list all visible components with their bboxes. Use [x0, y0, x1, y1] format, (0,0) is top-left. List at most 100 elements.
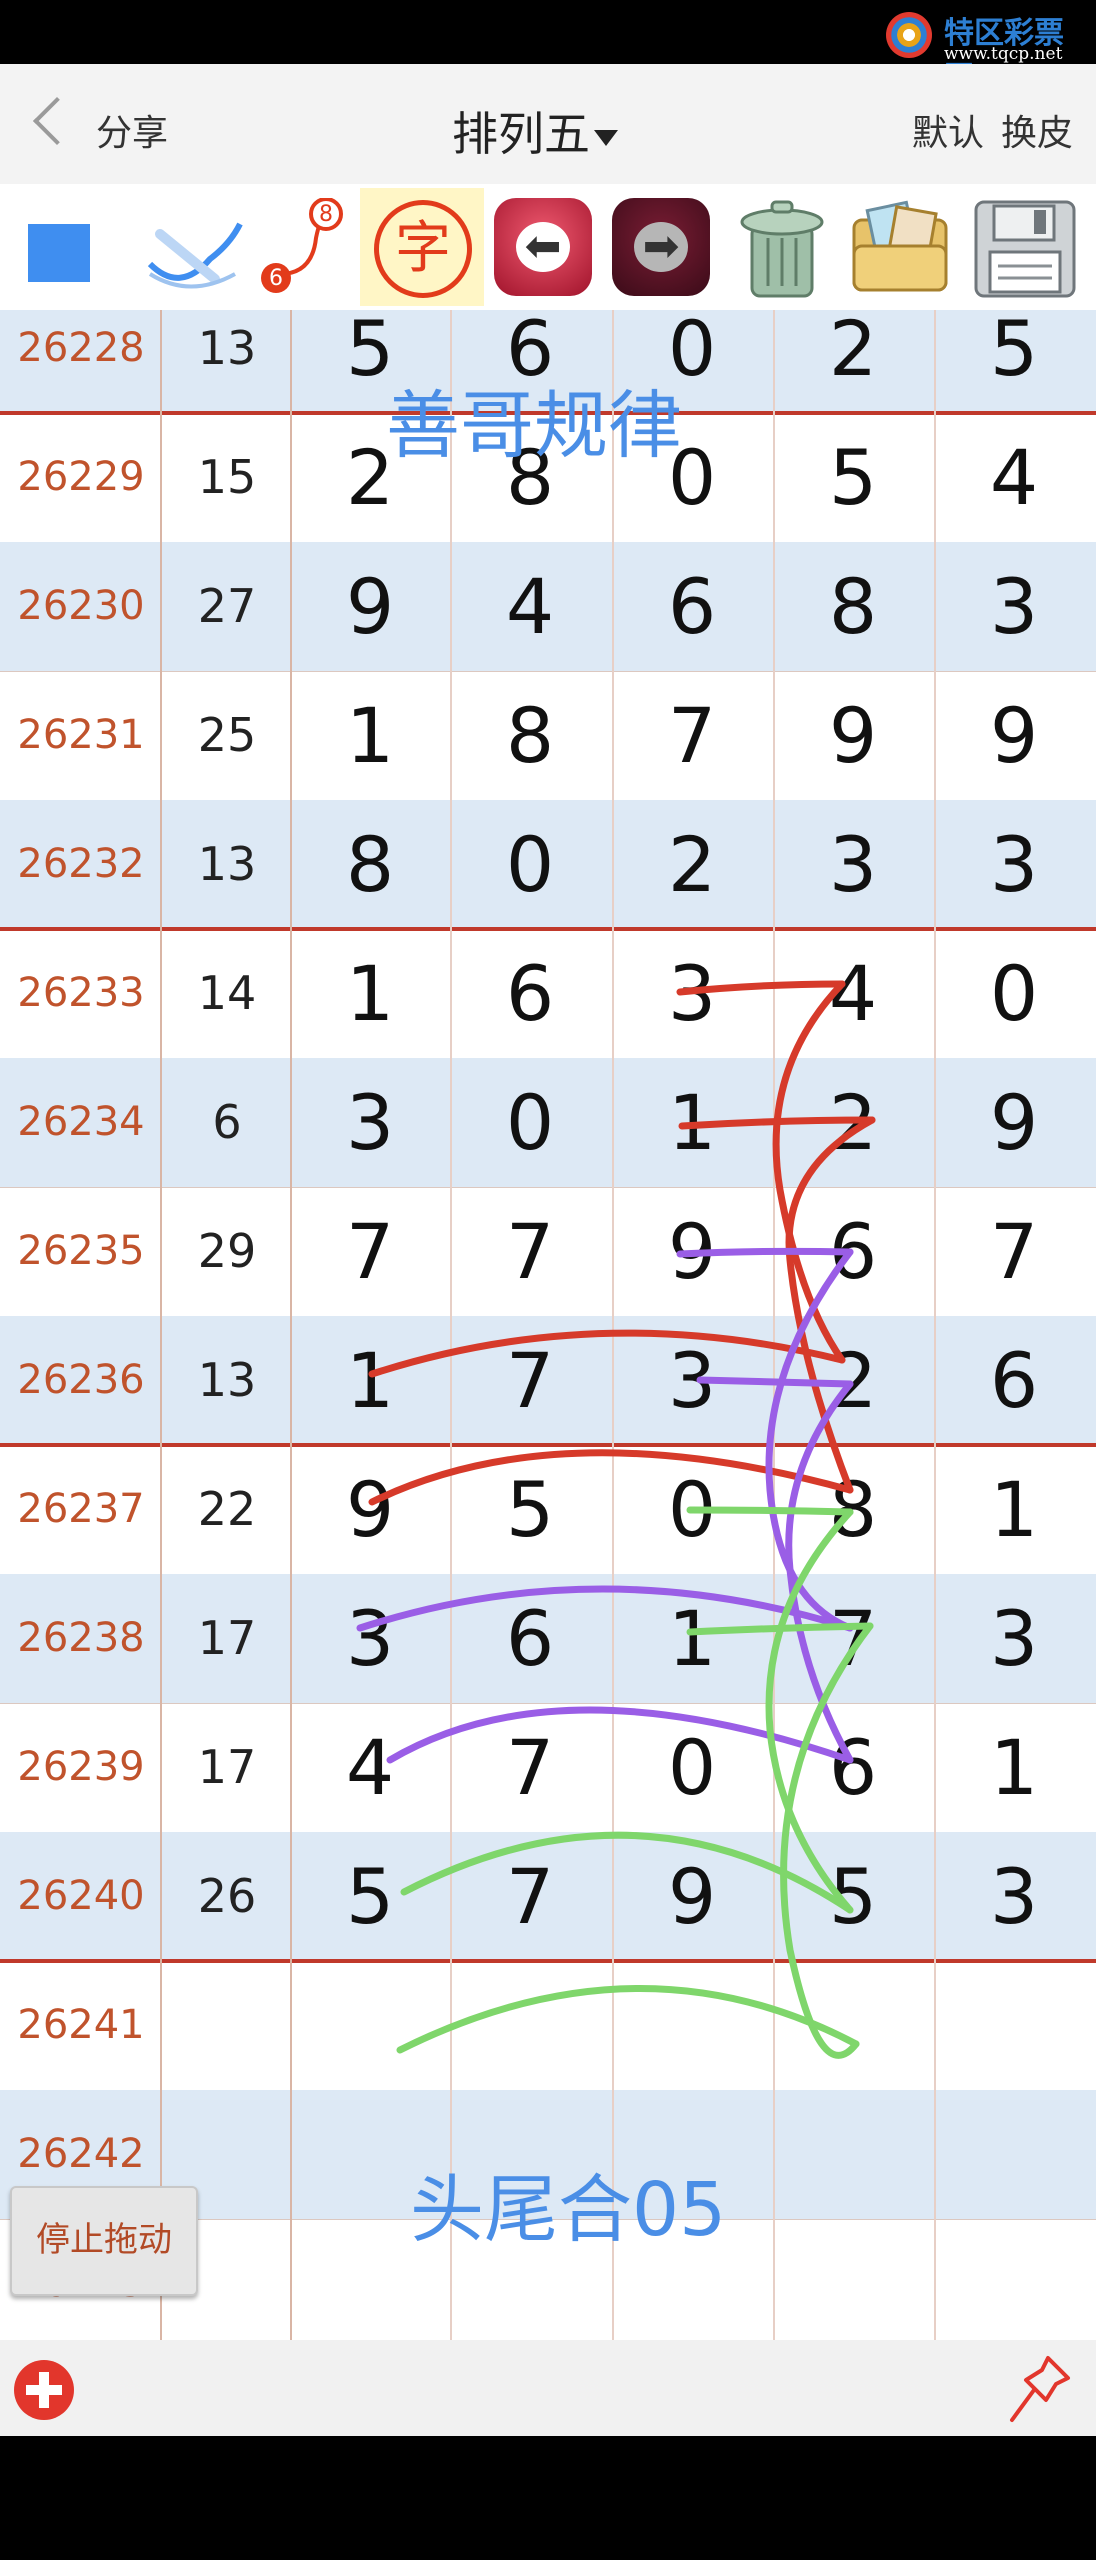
digit-cell[interactable]: [934, 2090, 1094, 2219]
save-floppy-icon[interactable]: [970, 196, 1080, 302]
digit-cell[interactable]: 0: [934, 929, 1094, 1058]
digit-cell[interactable]: [290, 1961, 450, 2090]
watermark-logo-icon: [886, 12, 932, 58]
digit-cell[interactable]: 8: [773, 542, 933, 671]
digit-cell[interactable]: 4: [773, 929, 933, 1058]
digit-cell[interactable]: 1: [612, 1058, 772, 1187]
digit-cell[interactable]: 5: [290, 1832, 450, 1961]
digit-cell[interactable]: 3: [934, 800, 1094, 929]
digit-cell[interactable]: 6: [450, 1574, 610, 1703]
digit-sum: 14: [197, 966, 257, 1020]
draw-number: 26229: [17, 454, 145, 500]
digit-cell[interactable]: 9: [934, 671, 1094, 800]
digit-cell[interactable]: 5: [934, 310, 1094, 413]
digit-cell[interactable]: 1: [934, 1445, 1094, 1574]
digit-cell[interactable]: [934, 2219, 1094, 2340]
digit-cell[interactable]: [773, 2219, 933, 2340]
digit-cell[interactable]: [773, 2090, 933, 2219]
table-row: 26235 29 7 7 9 6 7: [0, 1187, 1096, 1316]
digit-cell[interactable]: 7: [773, 1574, 933, 1703]
default-skin-button[interactable]: 默认: [912, 104, 984, 156]
grid-divider: [160, 310, 162, 2340]
stop-drag-button[interactable]: 停止拖动: [10, 2186, 198, 2296]
change-skin-button[interactable]: 换皮: [1001, 104, 1073, 156]
digit-sum: 13: [197, 837, 257, 891]
redo-arrow-icon[interactable]: ➡: [612, 198, 710, 296]
digit-cell[interactable]: 1: [290, 671, 450, 800]
digit-cell[interactable]: 7: [290, 1187, 450, 1316]
digit-cell[interactable]: 0: [450, 1058, 610, 1187]
digit-cell[interactable]: 4: [450, 542, 610, 671]
digit-cell[interactable]: 1: [612, 1574, 772, 1703]
digit-cell[interactable]: 4: [934, 413, 1094, 542]
text-tool-button[interactable]: 字: [360, 188, 484, 306]
table-row: 26241: [0, 1961, 1096, 2090]
bubble-bottom-label: 6: [269, 266, 283, 291]
digit-cell[interactable]: 2: [612, 800, 772, 929]
digit-cell[interactable]: 7: [612, 671, 772, 800]
digit-cell[interactable]: 8: [773, 1445, 933, 1574]
pin-icon[interactable]: [1004, 2350, 1076, 2428]
digit-cell[interactable]: 7: [450, 1316, 610, 1445]
pen-tool-icon[interactable]: [140, 204, 250, 304]
digit-cell[interactable]: 8: [450, 671, 610, 800]
photo-folder-icon[interactable]: [848, 198, 952, 298]
digit-cell[interactable]: 0: [612, 1703, 772, 1832]
digit-cell[interactable]: [450, 1961, 610, 2090]
draw-number: 26233: [17, 970, 145, 1016]
undo-arrow-icon[interactable]: ⬅: [494, 198, 592, 296]
digit-cell[interactable]: 2: [773, 1058, 933, 1187]
back-chevron-icon[interactable]: [32, 96, 82, 146]
digit-cell[interactable]: 9: [290, 542, 450, 671]
lottery-chart-grid[interactable]: 26228 13 5 6 0 2 5 26229 15 2 8 0 5 4 26230 27 9 4 6 8 3 2623…: [0, 310, 1096, 2340]
draw-number: 26236: [17, 1357, 145, 1403]
digit-sum: 17: [197, 1740, 257, 1794]
table-row: 26237 22 9 5 0 8 1: [0, 1445, 1096, 1574]
digit-cell[interactable]: 3: [934, 1574, 1094, 1703]
digit-cell[interactable]: 4: [290, 1703, 450, 1832]
digit-cell[interactable]: 1: [290, 929, 450, 1058]
digit-cell[interactable]: 1: [934, 1703, 1094, 1832]
digit-cell[interactable]: 3: [773, 800, 933, 929]
lottery-type-selector[interactable]: 排列五: [452, 98, 618, 164]
digit-cell[interactable]: 7: [450, 1187, 610, 1316]
digit-cell[interactable]: 9: [934, 1058, 1094, 1187]
digit-sum: 6: [212, 1095, 242, 1149]
digit-cell[interactable]: 8: [290, 800, 450, 929]
digit-cell[interactable]: 9: [612, 1832, 772, 1961]
digit-cell[interactable]: 9: [612, 1187, 772, 1316]
digit-cell[interactable]: 2: [773, 1316, 933, 1445]
digit-cell[interactable]: 0: [612, 1445, 772, 1574]
digit-cell[interactable]: 7: [450, 1832, 610, 1961]
digit-cell[interactable]: 3: [290, 1574, 450, 1703]
digit-cell[interactable]: [612, 1961, 772, 2090]
digit-cell[interactable]: [773, 1961, 933, 2090]
digit-cell[interactable]: 1: [290, 1316, 450, 1445]
digit-cell[interactable]: 0: [450, 800, 610, 929]
digit-cell[interactable]: 6: [773, 1703, 933, 1832]
digit-cell[interactable]: 6: [773, 1187, 933, 1316]
digit-cell[interactable]: 5: [773, 1832, 933, 1961]
digit-cell[interactable]: 3: [934, 542, 1094, 671]
digit-cell[interactable]: 3: [934, 1832, 1094, 1961]
digit-cell[interactable]: 3: [612, 929, 772, 1058]
connect-dots-tool-icon[interactable]: 8 6: [252, 198, 352, 302]
digit-cell[interactable]: [934, 1961, 1094, 2090]
digit-cell[interactable]: 3: [612, 1316, 772, 1445]
digit-cell[interactable]: 7: [450, 1703, 610, 1832]
digit-cell[interactable]: 9: [773, 671, 933, 800]
draw-number: 26235: [17, 1228, 145, 1274]
digit-cell[interactable]: 5: [450, 1445, 610, 1574]
digit-cell[interactable]: 2: [773, 310, 933, 413]
digit-cell[interactable]: 6: [612, 542, 772, 671]
digit-cell[interactable]: 7: [934, 1187, 1094, 1316]
digit-cell[interactable]: 3: [290, 1058, 450, 1187]
color-square-tool-icon[interactable]: [28, 224, 90, 282]
share-button[interactable]: 分享: [96, 104, 168, 156]
digit-cell[interactable]: 9: [290, 1445, 450, 1574]
digit-cell[interactable]: 6: [934, 1316, 1094, 1445]
trash-icon[interactable]: [730, 194, 834, 302]
digit-cell[interactable]: 5: [773, 413, 933, 542]
digit-cell[interactable]: 6: [450, 929, 610, 1058]
add-icon[interactable]: [14, 2360, 74, 2420]
